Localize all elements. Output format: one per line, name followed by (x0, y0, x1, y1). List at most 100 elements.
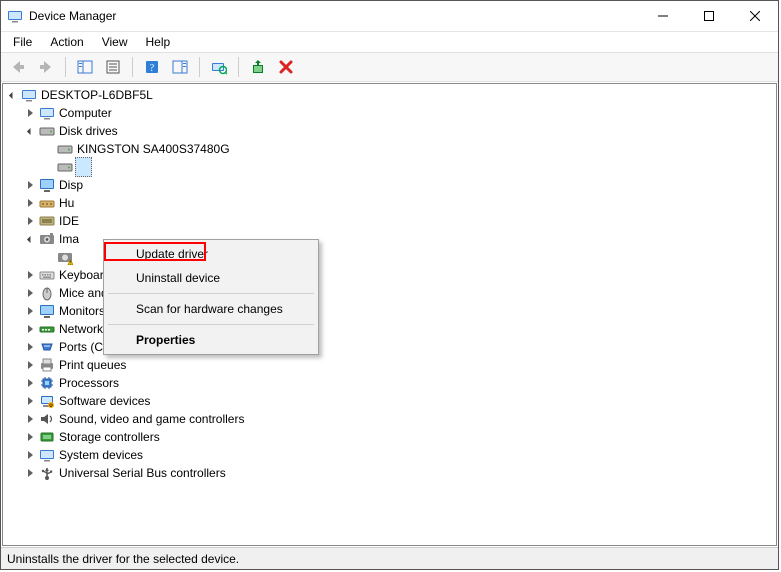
tree-node-print-queues[interactable]: Print queues (5, 356, 776, 374)
svg-text:?: ? (150, 63, 155, 74)
tree-node-selected-device[interactable] (5, 158, 776, 176)
titlebar: Device Manager (1, 1, 778, 32)
menu-file[interactable]: File (5, 34, 40, 50)
ide-icon (39, 213, 55, 229)
menu-view[interactable]: View (94, 34, 136, 50)
display-icon (39, 177, 55, 193)
expand-icon[interactable] (23, 286, 37, 300)
ctx-scan-hardware[interactable]: Scan for hardware changes (106, 297, 316, 321)
toolbar-separator (65, 57, 66, 77)
toolbar-separator (132, 57, 133, 77)
properties-button[interactable] (100, 54, 126, 80)
toolbar-separator (199, 57, 200, 77)
show-hide-console-tree-button[interactable] (72, 54, 98, 80)
usb-icon (39, 465, 55, 481)
tree-label: Disk drives (57, 122, 120, 140)
tree-label: Storage controllers (57, 428, 162, 446)
tree-label: Universal Serial Bus controllers (57, 464, 228, 482)
software-icon: ⚙ (39, 393, 55, 409)
tree-node-root[interactable]: DESKTOP-L6DBF5L (5, 86, 776, 104)
expand-icon[interactable] (5, 88, 19, 102)
expand-icon[interactable] (23, 124, 37, 138)
tree-label: Sound, video and game controllers (57, 410, 246, 428)
network-icon (39, 321, 55, 337)
tree-node-computer[interactable]: Computer (5, 104, 776, 122)
tree-node-storage-controllers[interactable]: Storage controllers (5, 428, 776, 446)
expand-icon[interactable] (23, 430, 37, 444)
tree-label: Print queues (57, 356, 128, 374)
window-title: Device Manager (29, 9, 116, 23)
tree-label: Software devices (57, 392, 152, 410)
status-text: Uninstalls the driver for the selected d… (7, 552, 239, 566)
expand-icon[interactable] (23, 196, 37, 210)
ctx-properties[interactable]: Properties (106, 328, 316, 352)
tree-label: Computer (57, 104, 114, 122)
cpu-icon (39, 375, 55, 391)
expand-icon[interactable] (23, 340, 37, 354)
help-button[interactable]: ? (139, 54, 165, 80)
scan-hardware-button[interactable] (206, 54, 232, 80)
menu-action[interactable]: Action (42, 34, 91, 50)
device-manager-window: Device Manager File Action View Help (0, 0, 779, 570)
expand-icon[interactable] (23, 232, 37, 246)
tree-node-ide[interactable]: IDE (5, 212, 776, 230)
tree-label: System devices (57, 446, 145, 464)
tree-label: DESKTOP-L6DBF5L (39, 86, 155, 104)
expand-icon[interactable] (23, 466, 37, 480)
sound-icon (39, 411, 55, 427)
computer-icon (21, 87, 37, 103)
close-button[interactable] (732, 1, 778, 31)
expand-icon[interactable] (23, 214, 37, 228)
imaging-warning-icon: ! (57, 249, 73, 265)
tree-node-disk-drives[interactable]: Disk drives (5, 122, 776, 140)
system-icon (39, 447, 55, 463)
tree-node-processors[interactable]: Processors (5, 374, 776, 392)
ctx-separator (108, 293, 314, 294)
context-menu: Update driver Uninstall device Scan for … (103, 239, 319, 355)
update-driver-button[interactable] (245, 54, 271, 80)
menubar: File Action View Help (1, 32, 778, 52)
minimize-button[interactable] (640, 1, 686, 31)
tree-node-hid[interactable]: Hu (5, 194, 776, 212)
action-panel-button[interactable] (167, 54, 193, 80)
tree-node-software-devices[interactable]: ⚙ Software devices (5, 392, 776, 410)
tree-node-kingston[interactable]: KINGSTON SA400S37480G (5, 140, 776, 158)
toolbar: ? (1, 52, 778, 82)
monitor-icon (39, 303, 55, 319)
expand-icon[interactable] (23, 304, 37, 318)
statusbar: Uninstalls the driver for the selected d… (1, 547, 778, 569)
svg-text:!: ! (70, 261, 71, 266)
tree-label: Hu (57, 194, 76, 212)
tree-label: IDE (57, 212, 81, 230)
tree-label: Monitors (57, 302, 107, 320)
disk-icon (39, 123, 55, 139)
computer-icon (39, 105, 55, 121)
tree-node-system-devices[interactable]: System devices (5, 446, 776, 464)
forward-button (33, 54, 59, 80)
tree-node-sound[interactable]: Sound, video and game controllers (5, 410, 776, 428)
tree-node-usb[interactable]: Universal Serial Bus controllers (5, 464, 776, 482)
expand-icon[interactable] (23, 358, 37, 372)
expand-icon[interactable] (23, 394, 37, 408)
menu-help[interactable]: Help (138, 34, 179, 50)
uninstall-device-button[interactable] (273, 54, 299, 80)
expand-icon[interactable] (23, 268, 37, 282)
toolbar-separator (238, 57, 239, 77)
mouse-icon (39, 285, 55, 301)
tree-label: Processors (57, 374, 121, 392)
printer-icon (39, 357, 55, 373)
ctx-update-driver[interactable]: Update driver (106, 242, 316, 266)
window-controls (640, 1, 778, 31)
maximize-button[interactable] (686, 1, 732, 31)
tree-node-display-adapters[interactable]: Disp (5, 176, 776, 194)
expand-icon[interactable] (23, 322, 37, 336)
keyboard-icon (39, 267, 55, 283)
expand-icon[interactable] (23, 376, 37, 390)
device-tree-pane[interactable]: DESKTOP-L6DBF5L Computer Disk drives (2, 83, 777, 546)
expand-icon[interactable] (23, 412, 37, 426)
expand-icon[interactable] (23, 448, 37, 462)
ctx-uninstall-device[interactable]: Uninstall device (106, 266, 316, 290)
expand-icon[interactable] (23, 106, 37, 120)
expand-icon[interactable] (23, 178, 37, 192)
tree-label: Disp (57, 176, 85, 194)
